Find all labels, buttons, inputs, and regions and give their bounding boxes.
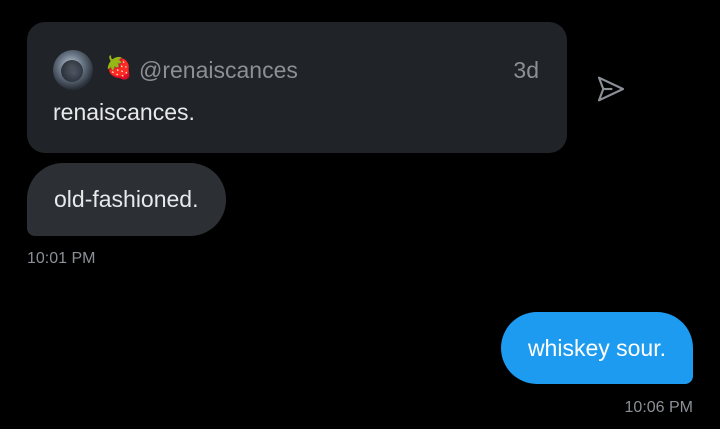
incoming-message-time: 10:01 PM [27, 250, 96, 267]
strawberry-emoji: 🍓 [105, 56, 133, 81]
outgoing-message-bubble[interactable]: whiskey sour. [500, 312, 693, 384]
incoming-message-bubble[interactable]: old-fashioned. [27, 163, 226, 236]
outgoing-message-time: 10:06 PM [624, 399, 693, 416]
send-icon [597, 76, 625, 102]
quoted-post-handle[interactable]: @renaiscances [139, 56, 298, 84]
outgoing-message-text: whiskey sour. [527, 334, 666, 361]
dm-conversation: 🍓 @renaiscances 3d renaiscances. old-fas… [0, 0, 720, 429]
avatar[interactable] [53, 50, 93, 90]
quoted-post-card[interactable]: 🍓 @renaiscances 3d renaiscances. [27, 22, 567, 153]
share-button[interactable] [592, 70, 630, 108]
quoted-post-age: 3d [513, 57, 539, 83]
incoming-message-text: old-fashioned. [54, 186, 199, 212]
quoted-post-text: renaiscances. [53, 99, 195, 125]
